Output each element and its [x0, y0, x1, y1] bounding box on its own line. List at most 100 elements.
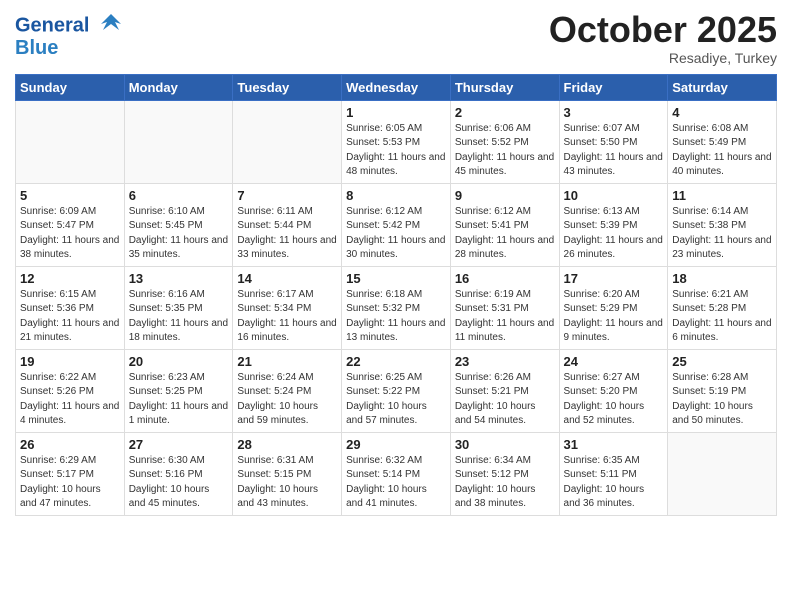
calendar-cell: 19 Sunrise: 6:22 AM Sunset: 5:26 PM Dayli… — [16, 349, 125, 432]
calendar-cell: 12Sunrise: 6:15 AM Sunset: 5:36 PM Dayli… — [16, 266, 125, 349]
calendar-cell: 2Sunrise: 6:06 AM Sunset: 5:52 PM Daylig… — [450, 100, 559, 183]
calendar-cell: 7Sunrise: 6:11 AM Sunset: 5:44 PM Daylig… — [233, 183, 342, 266]
logo-line1: General — [15, 14, 89, 36]
calendar-cell: 14Sunrise: 6:17 AM Sunset: 5:34 PM Dayli… — [233, 266, 342, 349]
calendar-cell — [233, 100, 342, 183]
day-number: 3 — [564, 105, 664, 120]
logo-bird-icon — [97, 10, 125, 38]
day-info: Sunrise: 6:32 AM Sunset: 5:14 PM Dayligh… — [346, 454, 446, 512]
calendar-cell — [124, 100, 233, 183]
day-info: Sunrise: 6:11 AM Sunset: 5:44 PM Dayligh… — [237, 205, 337, 263]
day-info: Sunrise: 6:17 AM Sunset: 5:34 PM Dayligh… — [237, 288, 337, 346]
calendar-cell: 22Sunrise: 6:25 AM Sunset: 5:22 PM Dayli… — [342, 349, 451, 432]
weekday-header: Wednesday — [342, 74, 451, 100]
day-info: Sunrise: 6:30 AM Sunset: 5:16 PM Dayligh… — [129, 454, 229, 512]
calendar-week-row: 5Sunrise: 6:09 AM Sunset: 5:47 PM Daylig… — [16, 183, 777, 266]
calendar-cell — [668, 432, 777, 515]
day-info: Sunrise: 6:14 AM Sunset: 5:38 PM Dayligh… — [672, 205, 772, 263]
day-number: 19 — [20, 354, 120, 369]
calendar-week-row: 26Sunrise: 6:29 AM Sunset: 5:17 PM Dayli… — [16, 432, 777, 515]
weekday-header: Thursday — [450, 74, 559, 100]
day-number: 21 — [237, 354, 337, 369]
logo: General Blue — [15, 14, 125, 58]
calendar-cell: 3 Sunrise: 6:07 AM Sunset: 5:50 PM Daylig… — [559, 100, 668, 183]
calendar-cell: 1 Sunrise: 6:05 AM Sunset: 5:53 PM Daylig… — [342, 100, 451, 183]
calendar-cell: 28 Sunrise: 6:31 AM Sunset: 5:15 PM Dayli… — [233, 432, 342, 515]
calendar-cell: 23 Sunrise: 6:26 AM Sunset: 5:21 PM Dayli… — [450, 349, 559, 432]
day-info: Sunrise: 6:07 AM Sunset: 5:50 PM Dayligh… — [564, 122, 664, 180]
calendar-header-row: SundayMondayTuesdayWednesdayThursdayFrid… — [16, 74, 777, 100]
day-info: Sunrise: 6:13 AM Sunset: 5:39 PM Dayligh… — [564, 205, 664, 263]
day-number: 28 — [237, 437, 337, 452]
weekday-header: Friday — [559, 74, 668, 100]
day-info: Sunrise: 6:12 AM Sunset: 5:42 PM Dayligh… — [346, 205, 446, 263]
day-info: Sunrise: 6:19 AM Sunset: 5:31 PM Dayligh… — [455, 288, 555, 346]
day-info: Sunrise: 6:31 AM Sunset: 5:15 PM Dayligh… — [237, 454, 337, 512]
day-info: Sunrise: 6:29 AM Sunset: 5:17 PM Dayligh… — [20, 454, 120, 512]
logo-text: General — [15, 14, 125, 38]
day-number: 8 — [346, 188, 446, 203]
logo-line2: Blue — [15, 38, 125, 58]
calendar-week-row: 12Sunrise: 6:15 AM Sunset: 5:36 PM Dayli… — [16, 266, 777, 349]
weekday-header: Tuesday — [233, 74, 342, 100]
day-info: Sunrise: 6:24 AM Sunset: 5:24 PM Dayligh… — [237, 371, 337, 429]
day-info: Sunrise: 6:27 AM Sunset: 5:20 PM Dayligh… — [564, 371, 664, 429]
calendar-cell: 24Sunrise: 6:27 AM Sunset: 5:20 PM Dayli… — [559, 349, 668, 432]
weekday-header: Monday — [124, 74, 233, 100]
day-number: 27 — [129, 437, 229, 452]
day-number: 9 — [455, 188, 555, 203]
day-number: 4 — [672, 105, 772, 120]
calendar-cell: 4 Sunrise: 6:08 AM Sunset: 5:49 PM Daylig… — [668, 100, 777, 183]
calendar-week-row: 1 Sunrise: 6:05 AM Sunset: 5:53 PM Daylig… — [16, 100, 777, 183]
day-number: 16 — [455, 271, 555, 286]
calendar-cell: 31Sunrise: 6:35 AM Sunset: 5:11 PM Dayli… — [559, 432, 668, 515]
calendar-cell: 26Sunrise: 6:29 AM Sunset: 5:17 PM Dayli… — [16, 432, 125, 515]
day-info: Sunrise: 6:22 AM Sunset: 5:26 PM Dayligh… — [20, 371, 120, 429]
calendar-cell: 16 Sunrise: 6:19 AM Sunset: 5:31 PM Dayli… — [450, 266, 559, 349]
day-number: 1 — [346, 105, 446, 120]
day-number: 11 — [672, 188, 772, 203]
day-number: 25 — [672, 354, 772, 369]
day-number: 13 — [129, 271, 229, 286]
day-info: Sunrise: 6:35 AM Sunset: 5:11 PM Dayligh… — [564, 454, 664, 512]
day-info: Sunrise: 6:20 AM Sunset: 5:29 PM Dayligh… — [564, 288, 664, 346]
calendar-cell: 27 Sunrise: 6:30 AM Sunset: 5:16 PM Dayli… — [124, 432, 233, 515]
day-info: Sunrise: 6:26 AM Sunset: 5:21 PM Dayligh… — [455, 371, 555, 429]
day-info: Sunrise: 6:21 AM Sunset: 5:28 PM Dayligh… — [672, 288, 772, 346]
day-number: 30 — [455, 437, 555, 452]
weekday-header: Saturday — [668, 74, 777, 100]
day-number: 15 — [346, 271, 446, 286]
day-info: Sunrise: 6:28 AM Sunset: 5:19 PM Dayligh… — [672, 371, 772, 429]
day-info: Sunrise: 6:05 AM Sunset: 5:53 PM Dayligh… — [346, 122, 446, 180]
day-info: Sunrise: 6:12 AM Sunset: 5:41 PM Dayligh… — [455, 205, 555, 263]
calendar-week-row: 19 Sunrise: 6:22 AM Sunset: 5:26 PM Dayli… — [16, 349, 777, 432]
day-number: 18 — [672, 271, 772, 286]
weekday-header: Sunday — [16, 74, 125, 100]
day-number: 20 — [129, 354, 229, 369]
day-number: 2 — [455, 105, 555, 120]
day-number: 23 — [455, 354, 555, 369]
day-info: Sunrise: 6:23 AM Sunset: 5:25 PM Dayligh… — [129, 371, 229, 429]
calendar-cell: 30Sunrise: 6:34 AM Sunset: 5:12 PM Dayli… — [450, 432, 559, 515]
header: General Blue October 2025 Resadiye, Turk… — [15, 10, 777, 66]
calendar-cell: 21 Sunrise: 6:24 AM Sunset: 5:24 PM Dayli… — [233, 349, 342, 432]
day-number: 22 — [346, 354, 446, 369]
calendar-cell: 9 Sunrise: 6:12 AM Sunset: 5:41 PM Daylig… — [450, 183, 559, 266]
calendar-cell: 29 Sunrise: 6:32 AM Sunset: 5:14 PM Dayli… — [342, 432, 451, 515]
day-number: 10 — [564, 188, 664, 203]
calendar-cell: 18 Sunrise: 6:21 AM Sunset: 5:28 PM Dayli… — [668, 266, 777, 349]
calendar-cell: 25 Sunrise: 6:28 AM Sunset: 5:19 PM Dayli… — [668, 349, 777, 432]
month-title: October 2025 — [549, 10, 777, 50]
calendar-cell: 20 Sunrise: 6:23 AM Sunset: 5:25 PM Dayli… — [124, 349, 233, 432]
day-info: Sunrise: 6:15 AM Sunset: 5:36 PM Dayligh… — [20, 288, 120, 346]
calendar-cell: 8 Sunrise: 6:12 AM Sunset: 5:42 PM Daylig… — [342, 183, 451, 266]
calendar-cell: 15Sunrise: 6:18 AM Sunset: 5:32 PM Dayli… — [342, 266, 451, 349]
day-number: 29 — [346, 437, 446, 452]
day-info: Sunrise: 6:16 AM Sunset: 5:35 PM Dayligh… — [129, 288, 229, 346]
day-number: 6 — [129, 188, 229, 203]
calendar-cell: 6Sunrise: 6:10 AM Sunset: 5:45 PM Daylig… — [124, 183, 233, 266]
day-info: Sunrise: 6:08 AM Sunset: 5:49 PM Dayligh… — [672, 122, 772, 180]
calendar-cell: 10 Sunrise: 6:13 AM Sunset: 5:39 PM Dayli… — [559, 183, 668, 266]
calendar-cell — [16, 100, 125, 183]
page: General Blue October 2025 Resadiye, Turk… — [0, 0, 792, 612]
